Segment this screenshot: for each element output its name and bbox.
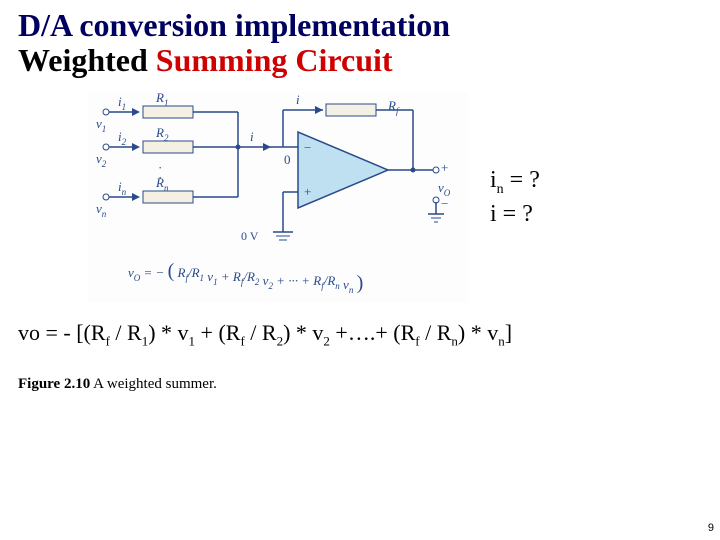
svg-text:−: − xyxy=(304,140,311,155)
svg-text:i: i xyxy=(250,129,254,144)
svg-text:−: − xyxy=(441,196,448,211)
question-i: i = ? xyxy=(490,199,540,230)
title-highlight: Summing Circuit xyxy=(156,42,393,78)
question-block: in = ? i = ? xyxy=(490,165,540,230)
svg-text:+: + xyxy=(441,160,448,175)
title-line-1: D/A conversion implementation xyxy=(18,8,702,43)
title-line-2: Weighted Summing Circuit xyxy=(18,43,702,78)
circuit-figure: v1 i1 R1 v2 i2 R2 · · vn in xyxy=(88,92,468,302)
svg-text:0 V: 0 V xyxy=(241,229,259,243)
slide-title: D/A conversion implementation Weighted S… xyxy=(18,8,702,78)
svg-text:+: + xyxy=(304,184,311,199)
svg-text:i: i xyxy=(296,92,300,107)
svg-text:0: 0 xyxy=(284,152,291,167)
page-number: 9 xyxy=(708,522,714,534)
question-in: in = ? xyxy=(490,165,540,199)
figure-caption: Figure 2.10 A weighted summer. xyxy=(18,376,702,393)
vo-equation: vo = - [(Rf / R1) * v1 + (Rf / R2) * v2 … xyxy=(18,320,702,349)
